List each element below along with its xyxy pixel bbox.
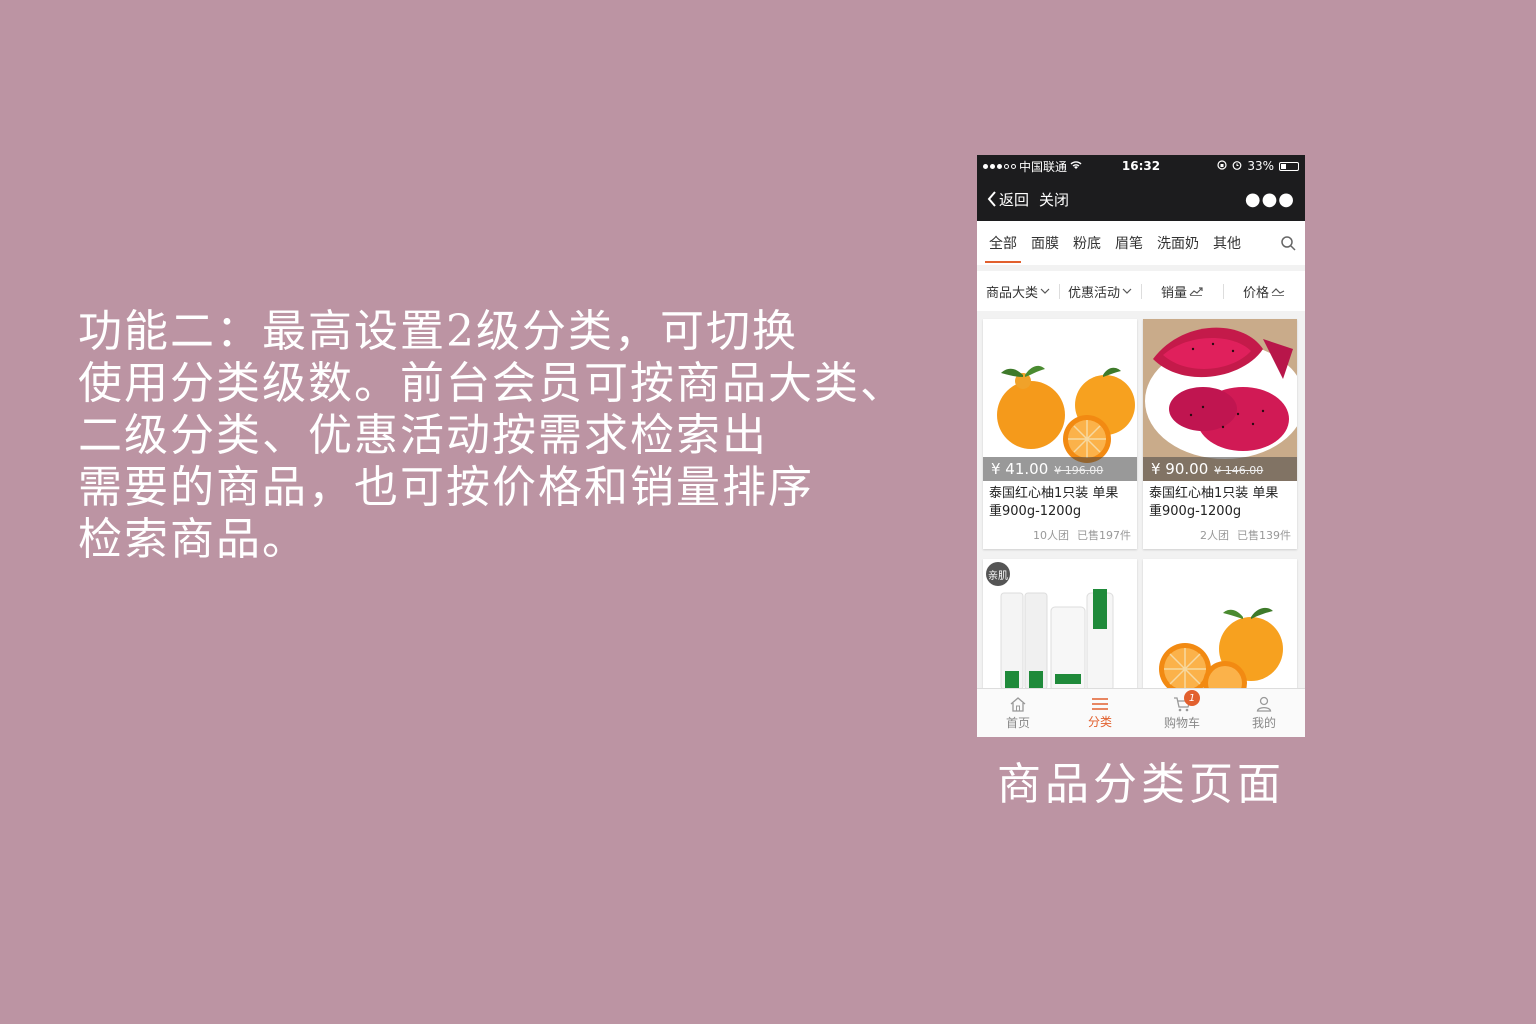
category-tabs: 全部 面膜 粉底 眉笔 洗面奶 其他 [977, 221, 1305, 265]
home-icon [1010, 696, 1026, 712]
signal-icon [983, 163, 1016, 169]
tab-mask[interactable]: 面膜 [1031, 221, 1059, 265]
status-bar: 中国联通 16:32 33% [977, 155, 1305, 177]
brand-badge: 亲肌 [986, 562, 1010, 586]
tabbar-label: 我的 [1251, 715, 1276, 730]
tab-foundation[interactable]: 粉底 [1073, 221, 1101, 265]
close-button[interactable]: 关闭 [1039, 189, 1069, 210]
sold-count: 已售139件 [1237, 529, 1291, 542]
product-title: 泰国红心柚1只装 单果重900g-1200g [1149, 486, 1279, 519]
product-image-dragonfruit: ¥ 90.00 ¥ 146.00 [1143, 319, 1297, 481]
description-line: 使用分类级数。前台会员可按商品大类、 [78, 358, 906, 409]
filter-label: 价格 [1242, 285, 1269, 301]
product-price: ¥ 41.00 [991, 460, 1049, 478]
tabbar-label: 首页 [1005, 715, 1030, 730]
chevron-down-icon [1040, 288, 1050, 294]
back-label: 返回 [999, 190, 1030, 209]
filter-category[interactable]: 商品大类 [977, 282, 1059, 301]
tab-all[interactable]: 全部 [985, 221, 1021, 265]
product-title: 泰国红心柚1只装 单果重900g-1200g [989, 486, 1119, 519]
tabbar-category[interactable]: 分类 [1059, 689, 1141, 737]
product-meta: 10人团 已售197件 [983, 523, 1137, 549]
tab-cleanser[interactable]: 洗面奶 [1157, 221, 1199, 265]
user-icon [1256, 696, 1272, 712]
tabbar-label: 购物车 [1163, 715, 1200, 730]
description-line: 需要的商品，也可按价格和销量排序 [78, 462, 814, 513]
wifi-icon [1070, 159, 1082, 173]
product-old-price: ¥ 146.00 [1214, 464, 1264, 477]
sold-count: 已售197件 [1077, 529, 1131, 542]
trend-up-icon [1189, 287, 1203, 296]
product-card[interactable]: ¥ 90.00 ¥ 146.00 泰国红心柚1只装 单果重900g-1200g … [1143, 319, 1297, 549]
battery-percent: 33% [1247, 159, 1274, 173]
sort-sales[interactable]: 销量 [1141, 282, 1223, 301]
tabbar-cart[interactable]: 1 购物车 [1141, 689, 1223, 737]
filter-label: 优惠活动 [1067, 285, 1120, 301]
more-icon[interactable]: ●●● [1245, 189, 1295, 210]
search-icon[interactable] [1279, 234, 1297, 252]
product-meta: 2人团 已售139件 [1143, 523, 1297, 549]
price-bar: ¥ 90.00 ¥ 146.00 [1143, 457, 1297, 481]
bottom-tab-bar: 首页 分类 1 购物车 我的 [977, 688, 1305, 737]
tab-eyebrow-pencil[interactable]: 眉笔 [1115, 221, 1143, 265]
filter-promotion[interactable]: 优惠活动 [1059, 282, 1141, 301]
cart-count-badge: 1 [1184, 690, 1200, 706]
nav-bar: 返回 关闭 ●●● [977, 177, 1305, 221]
tabbar-profile[interactable]: 我的 [1223, 689, 1305, 737]
chevron-left-icon [987, 191, 996, 207]
phone-screenshot: 中国联通 16:32 33% 返回 关闭 ●●● 全部 面膜 粉底 眉笔 洗面奶… [977, 155, 1305, 737]
sort-icon [1271, 288, 1285, 296]
description-line: 二级分类、优惠活动按需求检索出 [78, 410, 768, 461]
alarm-icon [1232, 159, 1242, 173]
description-line: 检索商品。 [78, 514, 308, 565]
sort-price[interactable]: 价格 [1223, 282, 1305, 301]
price-bar: ¥ 41.00 ¥ 196.00 [983, 457, 1137, 481]
carrier-name: 中国联通 [1019, 159, 1068, 174]
group-size: 2人团 [1200, 529, 1229, 542]
tab-other[interactable]: 其他 [1213, 221, 1241, 265]
feature-description: 功能二：最高设置2级分类，可切换 使用分类级数。前台会员可按商品大类、 二级分类… [78, 306, 978, 566]
filter-bar: 商品大类 优惠活动 销量 价格 [977, 271, 1305, 311]
tabbar-label: 分类 [1087, 714, 1112, 729]
battery-icon [1279, 161, 1299, 171]
filter-label: 销量 [1160, 285, 1187, 301]
back-button[interactable]: 返回 [987, 189, 1029, 210]
rotation-lock-icon [1217, 159, 1227, 173]
group-size: 10人团 [1033, 529, 1069, 542]
screen-caption: 商品分类页面 [997, 759, 1285, 810]
chevron-down-icon [1122, 288, 1132, 294]
tabbar-home[interactable]: 首页 [977, 689, 1059, 737]
product-price: ¥ 90.00 [1151, 460, 1209, 478]
list-icon [1092, 697, 1108, 710]
product-grid: ¥ 41.00 ¥ 196.00 泰国红心柚1只装 单果重900g-1200g … [983, 319, 1299, 721]
product-old-price: ¥ 196.00 [1054, 464, 1104, 477]
product-card[interactable]: ¥ 41.00 ¥ 196.00 泰国红心柚1只装 单果重900g-1200g … [983, 319, 1137, 549]
product-image-oranges: ¥ 41.00 ¥ 196.00 [983, 319, 1137, 481]
filter-label: 商品大类 [985, 285, 1038, 301]
description-line: 功能二：最高设置2级分类，可切换 [78, 306, 798, 357]
